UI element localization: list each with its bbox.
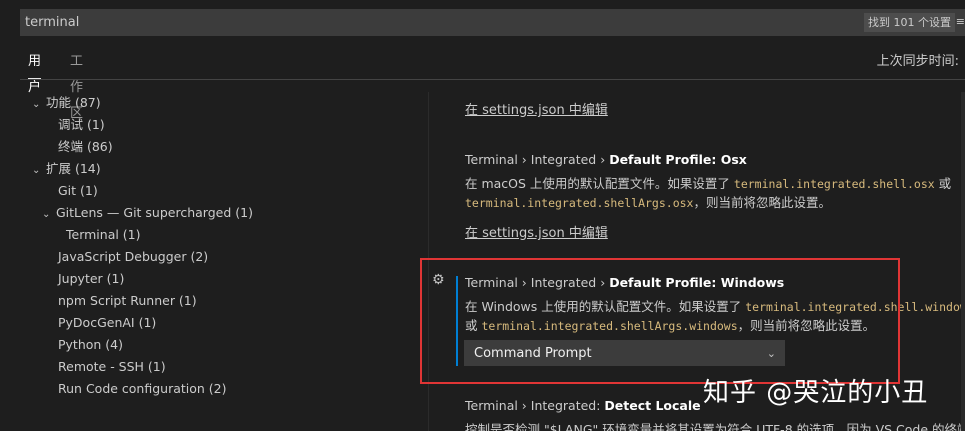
setting-title-osx: Terminal › Integrated › Default Profile:…: [465, 152, 747, 167]
sync-status: 上次同步时间:: [876, 54, 959, 69]
toc-item-debug[interactable]: 调试 (1): [58, 114, 105, 136]
toc-item-gitlens[interactable]: ⌄ GitLens — Git supercharged (1): [42, 202, 253, 224]
toc-item-git[interactable]: Git (1): [58, 180, 98, 202]
desc-text: 或: [934, 176, 952, 191]
toc-item-label: Remote - SSH (1): [58, 359, 166, 374]
toc-item-label: PyDocGenAI (1): [58, 315, 157, 330]
toc-item-npm-script-runner[interactable]: npm Script Runner (1): [58, 290, 197, 312]
setting-desc-osx-line1: 在 macOS 上使用的默认配置文件。如果设置了 terminal.integr…: [465, 173, 951, 192]
search-input[interactable]: terminal: [25, 9, 79, 36]
desc-code: terminal.integrated.shell.osx: [733, 177, 935, 191]
toc-item-terminal[interactable]: 终端 (86): [58, 136, 113, 158]
settings-search-bar[interactable]: terminal 找到 101 个设置 ≡: [20, 9, 965, 36]
setting-title-name: Default Profile: Osx: [609, 152, 747, 167]
tab-user[interactable]: 用户: [28, 49, 42, 95]
desc-code: terminal.integrated.shellArgs.osx: [465, 196, 694, 210]
setting-title-prefix: Terminal › Integrated ›: [465, 152, 610, 167]
toc-item-label: 调试 (1): [58, 117, 105, 132]
desc-text: ，则当前将忽略此设置。: [693, 195, 831, 210]
toc-item-label: Jupyter (1): [58, 271, 125, 286]
setting-title-prefix: Terminal › Integrated:: [465, 398, 605, 413]
watermark-text: 知乎 @哭泣的小丑: [703, 378, 929, 408]
tabs-divider: [20, 79, 965, 80]
toc-item-label: Git (1): [58, 183, 98, 198]
toc-item-js-debugger[interactable]: JavaScript Debugger (2): [58, 246, 208, 268]
setting-desc-detect-locale: 控制是否检测 "$LANG" 环境变量并将其设置为符合 UTF-8 的选项，因为…: [465, 422, 965, 431]
filter-icon[interactable]: ≡: [956, 15, 965, 28]
toc-item-label: Run Code configuration (2): [58, 381, 227, 396]
chevron-down-icon: ⌄: [32, 165, 41, 176]
toc-item-pydocgenai[interactable]: PyDocGenAI (1): [58, 312, 156, 334]
toc-item-label: GitLens — Git supercharged (1): [56, 205, 253, 220]
toc-item-label: Terminal (1): [66, 227, 141, 242]
toc-item-features[interactable]: ⌄ 功能 (87): [32, 92, 101, 114]
toc-item-label: 终端 (86): [58, 139, 113, 154]
chevron-down-icon: ⌄: [42, 209, 51, 220]
toc-item-extensions[interactable]: ⌄ 扩展 (14): [32, 158, 101, 180]
toc-item-label: Python (4): [58, 337, 124, 352]
chevron-down-icon: ⌄: [32, 99, 41, 110]
toc-item-label: 扩展 (14): [46, 161, 101, 176]
highlight-annotation-box: [420, 258, 900, 384]
setting-title-detect-locale: Terminal › Integrated: Detect Locale: [465, 398, 701, 413]
toc-item-label: JavaScript Debugger (2): [58, 249, 209, 264]
tab-workspace[interactable]: 工作区: [70, 49, 83, 121]
setting-title-name: Detect Locale: [604, 398, 701, 413]
edit-in-settings-json-link[interactable]: 在 settings.json 中编辑: [465, 222, 608, 241]
toc-item-gitlens-terminal[interactable]: Terminal (1): [66, 224, 141, 246]
scrollbar[interactable]: [961, 92, 965, 431]
toc-item-remote-ssh[interactable]: Remote - SSH (1): [58, 356, 166, 378]
toc-item-jupyter[interactable]: Jupyter (1): [58, 268, 124, 290]
edit-in-settings-json-link[interactable]: 在 settings.json 中编辑: [465, 99, 608, 118]
setting-desc-osx-line2: terminal.integrated.shellArgs.osx，则当前将忽略…: [465, 192, 831, 211]
toc-item-label: 功能 (87): [46, 95, 101, 110]
toc-item-label: npm Script Runner (1): [58, 293, 197, 308]
desc-text: 在 macOS 上使用的默认配置文件。如果设置了: [465, 176, 734, 191]
toc-item-run-code[interactable]: Run Code configuration (2): [58, 378, 227, 400]
search-result-count: 找到 101 个设置: [864, 13, 955, 32]
toc-item-python[interactable]: Python (4): [58, 334, 123, 356]
